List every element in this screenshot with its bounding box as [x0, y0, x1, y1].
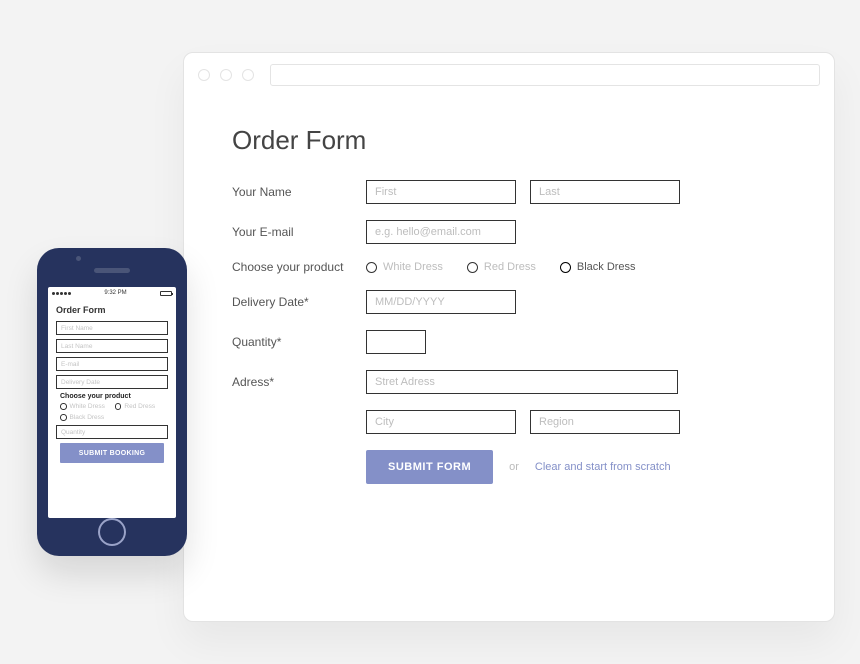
window-dot-icon: [198, 69, 210, 81]
label-address: Adress*: [232, 375, 352, 389]
signal-icon: [52, 292, 71, 295]
mobile-radio-black[interactable]: Black Dress: [60, 414, 104, 421]
radio-icon: [560, 262, 571, 273]
label-date: Delivery Date*: [232, 295, 352, 309]
radio-icon: [115, 403, 122, 410]
radio-icon: [467, 262, 478, 273]
mobile-email-field[interactable]: E-mail: [56, 357, 168, 371]
browser-window: Order Form Your Name First Last Your E-m…: [183, 52, 835, 622]
phone-screen: 9:32 PM Order Form First Name Last Name …: [48, 287, 176, 518]
window-dot-icon: [242, 69, 254, 81]
delivery-date-field[interactable]: MM/DD/YYYY: [366, 290, 516, 314]
email-field[interactable]: e.g. hello@email.com: [366, 220, 516, 244]
phone-speaker-icon: [94, 268, 130, 273]
window-dot-icon: [220, 69, 232, 81]
radio-icon: [366, 262, 377, 273]
submit-button[interactable]: SUBMIT FORM: [366, 450, 493, 484]
product-radio-group: White Dress Red Dress Black Dress: [366, 261, 636, 273]
form-container: Order Form Your Name First Last Your E-m…: [184, 97, 834, 504]
label-name: Your Name: [232, 185, 352, 199]
mobile-first-name-field[interactable]: First Name: [56, 321, 168, 335]
mobile-title: Order Form: [56, 305, 168, 315]
radio-icon: [60, 414, 67, 421]
address-bar[interactable]: [270, 64, 820, 86]
phone-mock: 9:32 PM Order Form First Name Last Name …: [37, 248, 187, 556]
mobile-date-field[interactable]: Delivery Date: [56, 375, 168, 389]
battery-icon: [160, 291, 172, 296]
label-qty: Quantity*: [232, 335, 352, 349]
mobile-last-name-field[interactable]: Last Name: [56, 339, 168, 353]
mobile-product-label: Choose your product: [60, 393, 168, 400]
street-address-field[interactable]: Stret Adress: [366, 370, 678, 394]
status-time: 9:32 PM: [104, 290, 126, 296]
mobile-quantity-field[interactable]: Quantity: [56, 425, 168, 439]
radio-black-dress[interactable]: Black Dress: [560, 261, 636, 273]
mobile-submit-button[interactable]: SUBMIT BOOKING: [60, 443, 164, 463]
radio-icon: [60, 403, 67, 410]
first-name-field[interactable]: First: [366, 180, 516, 204]
mobile-radio-white[interactable]: White Dress: [60, 403, 105, 410]
radio-white-dress[interactable]: White Dress: [366, 261, 443, 273]
browser-chrome-bar: [184, 53, 834, 97]
radio-red-dress[interactable]: Red Dress: [467, 261, 536, 273]
region-field[interactable]: Region: [530, 410, 680, 434]
last-name-field[interactable]: Last: [530, 180, 680, 204]
label-email: Your E-mail: [232, 225, 352, 239]
phone-camera-icon: [76, 256, 81, 261]
label-product: Choose your product: [232, 260, 352, 274]
city-field[interactable]: City: [366, 410, 516, 434]
home-button-icon[interactable]: [98, 518, 126, 546]
mobile-radio-red[interactable]: Red Dress: [115, 403, 155, 410]
phone-status-bar: 9:32 PM: [48, 287, 176, 299]
or-text: or: [509, 461, 519, 473]
quantity-field[interactable]: [366, 330, 426, 354]
page-title: Order Form: [232, 125, 786, 156]
clear-link[interactable]: Clear and start from scratch: [535, 461, 671, 473]
